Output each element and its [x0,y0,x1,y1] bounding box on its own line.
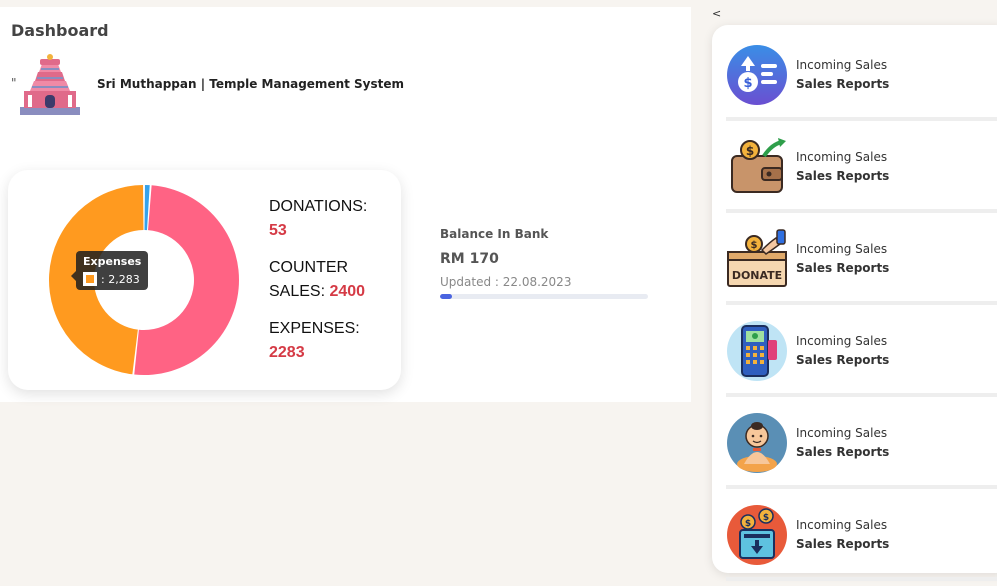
stats-legend: DONATIONS: 53 COUNTER SALES: 2400 EXPENS… [269,195,367,378]
pos-terminal-icon [727,321,787,381]
tooltip-swatch [83,272,97,286]
balance-progress-bar [440,294,648,299]
temple-logo [20,54,80,115]
svg-text:$: $ [746,144,754,158]
page-title: Dashboard [11,21,109,40]
tooltip-title: Expenses [83,255,142,268]
donut-slice-counter-sales[interactable] [134,185,239,375]
report-item-6[interactable]: $ $ Incoming Sales Sales Reports [726,493,997,581]
svg-text:DONATE: DONATE [732,269,782,282]
report-item-subtitle: Sales Reports [796,169,890,183]
counter-sales-value: 2400 [329,283,366,300]
report-item-subtitle: Sales Reports [796,537,890,551]
wallet-icon: $ [731,138,786,193]
svg-text:$: $ [751,240,758,251]
balance-updated-date: Updated : 22.08.2023 [440,275,572,289]
balance-title: Balance In Bank [440,227,549,241]
report-item-1[interactable]: $ Incoming Sales Sales Reports [726,33,997,121]
svg-text:$: $ [745,519,751,529]
report-item-4[interactable]: Incoming Sales Sales Reports [726,309,997,397]
report-item-title: Incoming Sales [796,150,888,164]
report-item-subtitle: Sales Reports [796,445,890,459]
donate-box-icon: DONATE $ [727,229,787,287]
counter-sales-label-2: SALES: [269,283,326,300]
quote-mark: " [11,76,17,90]
svg-text:$: $ [743,76,752,91]
expenses-value: 2283 [269,344,305,361]
report-item-3[interactable]: DONATE $ Incoming Sales Sales Reports [726,217,997,305]
balance-progress-fill [440,294,453,299]
report-item-5[interactable]: Incoming Sales Sales Reports [726,401,997,489]
donations-value: 53 [269,222,287,239]
dashboard-main-panel: Dashboard " Sri Muthappan | Temple Manag… [0,7,691,402]
report-item-title: Incoming Sales [796,334,888,348]
chart-tooltip: Expenses : 2,283 [71,251,149,290]
svg-text:$: $ [763,513,769,523]
report-item-title: Incoming Sales [796,242,888,256]
report-item-2[interactable]: $ Incoming Sales Sales Reports [726,125,997,213]
reports-side-panel: $ Incoming Sales Sales Reports $ Incomin… [712,25,997,581]
tooltip-value: : 2,283 [101,272,140,286]
system-name: Sri Muthappan | Temple Management System [97,77,405,91]
expenses-label: EXPENSES: [269,320,360,337]
report-item-title: Incoming Sales [796,518,888,532]
money-upload-icon: $ [727,45,787,105]
report-item-title: Incoming Sales [796,426,888,440]
balance-amount: RM 170 [440,251,499,267]
cash-register-icon: $ $ [727,505,787,565]
bank-balance-widget: Balance In Bank RM 170 Updated : 22.08.2… [440,227,650,299]
collapse-panel-toggle[interactable]: < [712,7,721,20]
donations-label: DONATIONS: [269,198,368,215]
counter-sales-label-1: COUNTER [269,259,349,276]
summary-chart-card: Expenses : 2,283 DONATIONS: 53 COUNTER S… [8,170,401,390]
report-item-subtitle: Sales Reports [796,77,890,91]
report-item-title: Incoming Sales [796,58,888,72]
report-item-subtitle: Sales Reports [796,353,890,367]
report-item-subtitle: Sales Reports [796,261,890,275]
monk-icon [727,413,787,473]
